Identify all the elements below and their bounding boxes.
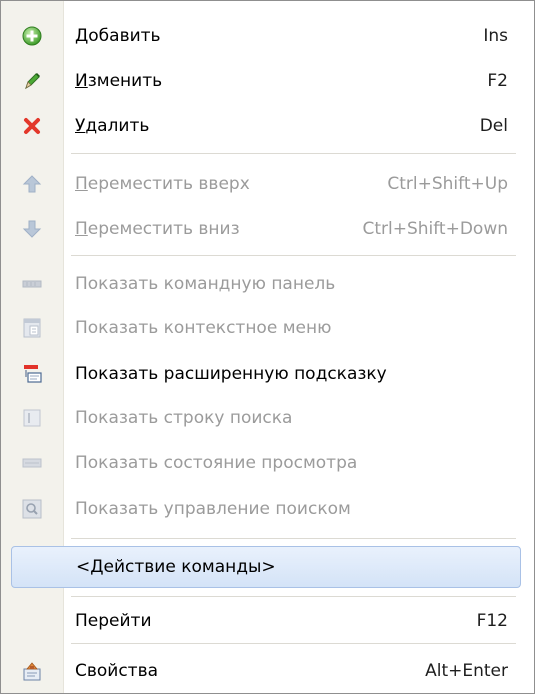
menu-item-label: Перейти: [75, 611, 152, 631]
context-menu: Добавить Ins Изменить F2 Удалить Del Пер…: [0, 0, 535, 694]
menu-item-show-context-menu[interactable]: Показать контекстное меню: [1, 317, 534, 339]
view-state-icon: [21, 452, 43, 474]
menu-item-go-to[interactable]: Перейти F12: [1, 610, 534, 632]
menu-separator: [71, 643, 516, 644]
add-circle-icon: [21, 25, 43, 47]
menu-item-label: зменить: [87, 71, 163, 91]
access-key: Д: [75, 26, 89, 46]
menu-separator: [71, 255, 516, 256]
menu-item-show-extended-tooltip[interactable]: Показать расширенную подсказку: [1, 363, 534, 385]
menu-item-show-command-panel[interactable]: Показать командную панель: [1, 273, 534, 295]
menu-item-label: Свойства: [75, 661, 159, 681]
menu-item-label: Показать состояние просмотра: [75, 453, 358, 473]
menu-item-label: Показать контекстное меню: [75, 318, 332, 338]
menu-item-delete[interactable]: Удалить Del: [1, 115, 534, 137]
menu-item-show-view-state[interactable]: Показать состояние просмотра: [1, 452, 534, 474]
menu-item-shortcut: Del: [479, 116, 508, 136]
access-key: У: [75, 116, 86, 136]
menu-item-label: Показать расширенную подсказку: [75, 364, 387, 384]
icon-gutter: [1, 1, 64, 693]
properties-icon: [21, 660, 43, 682]
menu-separator: [71, 153, 516, 154]
menu-item-add[interactable]: Добавить Ins: [1, 25, 534, 47]
delete-x-icon: [21, 115, 43, 137]
menu-item-shortcut: Ctrl+Shift+Down: [362, 219, 508, 239]
menu-item-label: ереместить вверх: [87, 174, 250, 194]
search-bar-icon: [21, 407, 43, 429]
menu-item-shortcut: Alt+Enter: [425, 661, 508, 681]
menu-item-shortcut: Ctrl+Shift+Up: [387, 174, 508, 194]
menu-item-label: ереместить вниз: [87, 219, 240, 239]
arrow-up-icon: [21, 173, 43, 195]
command-panel-icon: [21, 273, 43, 295]
pencil-icon: [21, 70, 43, 92]
menu-item-label: Показать управление поиском: [75, 499, 351, 519]
menu-item-properties[interactable]: Свойства Alt+Enter: [1, 660, 534, 682]
context-menu-icon: [21, 317, 43, 339]
access-key: П: [75, 174, 88, 194]
menu-separator: [71, 596, 516, 597]
menu-item-label: <Действие команды>: [76, 557, 276, 577]
menu-item-command-action[interactable]: <Действие команды>: [11, 546, 521, 588]
menu-item-label: Показать командную панель: [75, 274, 336, 294]
menu-item-show-search-control[interactable]: Показать управление поиском: [1, 498, 534, 520]
menu-item-shortcut: F2: [487, 71, 508, 91]
menu-item-move-down[interactable]: Переместить вниз Ctrl+Shift+Down: [1, 218, 534, 240]
menu-item-shortcut: Ins: [483, 26, 508, 46]
menu-item-label: далить: [85, 116, 150, 136]
access-key: П: [75, 219, 88, 239]
menu-item-move-up[interactable]: Переместить вверх Ctrl+Shift+Up: [1, 173, 534, 195]
access-key: И: [75, 71, 88, 91]
menu-item-edit[interactable]: Изменить F2: [1, 70, 534, 92]
menu-item-label: обавить: [88, 26, 161, 46]
search-control-icon: [21, 498, 43, 520]
menu-separator: [71, 538, 516, 539]
menu-item-shortcut: F12: [476, 611, 508, 631]
menu-item-show-search-bar[interactable]: Показать строку поиска: [1, 407, 534, 429]
arrow-down-icon: [21, 218, 43, 240]
extended-tooltip-icon: [21, 363, 43, 385]
menu-item-label: Показать строку поиска: [75, 408, 293, 428]
